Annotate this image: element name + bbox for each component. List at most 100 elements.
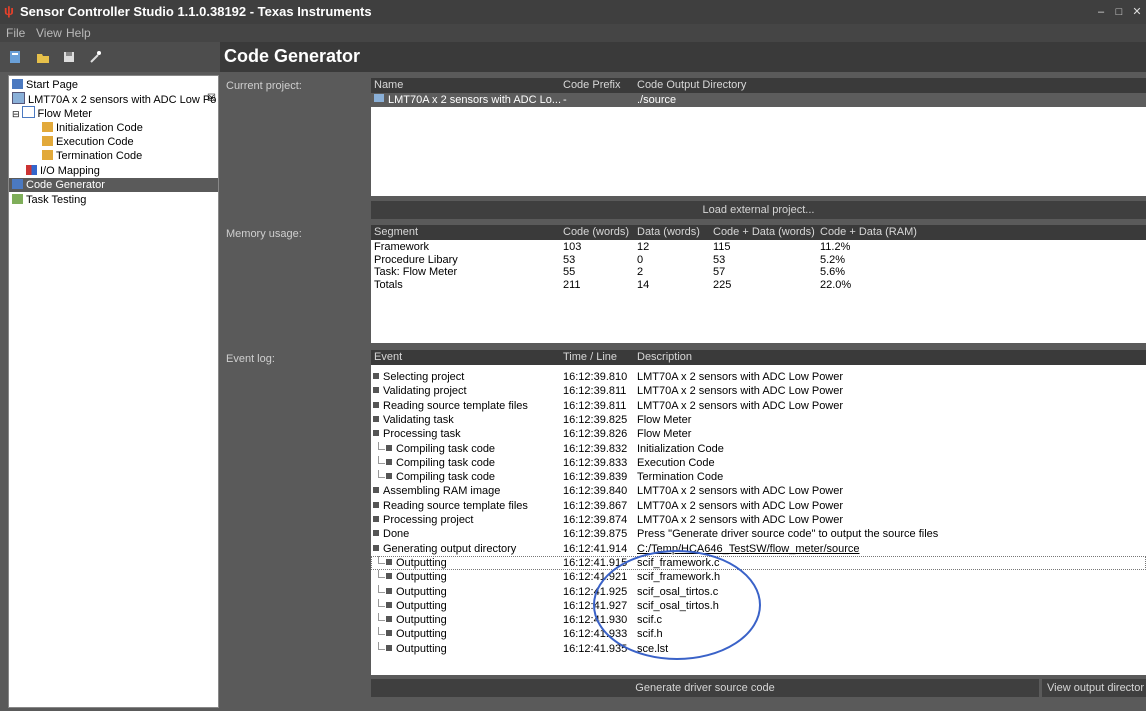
event-description: LMT70A x 2 sensors with ADC Low Power: [637, 371, 844, 383]
project-row[interactable]: LMT70A x 2 sensors with ADC Lo... - ./so…: [371, 93, 1146, 107]
menu-file[interactable]: File: [6, 26, 25, 40]
memory-cell: 225: [713, 278, 732, 291]
event-label: Validating project: [383, 385, 467, 398]
event-row[interactable]: Compiling task code 16:12:39.832 Initializ…: [371, 441, 1146, 456]
event-row[interactable]: Assembling RAM image 16:12:39.840 LMT70A x…: [371, 484, 1146, 498]
event-name: Assembling RAM image: [373, 484, 500, 498]
tree-item-execution-code[interactable]: Execution Code: [42, 135, 134, 149]
page-header: Code Generator: [220, 42, 1146, 72]
new-project-icon[interactable]: [8, 50, 22, 64]
code-icon: [42, 136, 53, 146]
current-project-label: Current project:: [226, 80, 302, 92]
column-header[interactable]: Event: [374, 351, 402, 363]
column-header[interactable]: Code (words): [563, 226, 629, 238]
tree-connector: [378, 470, 385, 479]
memory-cell: 22.0%: [820, 278, 852, 291]
event-label: Compiling task code: [396, 471, 496, 484]
project-row-icon: [374, 93, 385, 107]
view-output-directory-button[interactable]: View output director: [1042, 679, 1146, 697]
maximize-icon[interactable]: □: [1110, 5, 1128, 19]
bullet-icon: [373, 516, 379, 522]
event-label: Outputting: [396, 642, 447, 655]
tree-item-label: Start Page: [26, 79, 78, 91]
event-time: 16:12:39.825: [563, 413, 628, 426]
project-name: LMT70A x 2 sensors with ADC Lo...: [388, 94, 562, 106]
event-label: Outputting: [396, 556, 447, 569]
project-table: Name Code Prefix Code Output Directory L…: [371, 78, 1146, 196]
event-description: Execution Code: [637, 456, 715, 469]
generate-driver-source-button[interactable]: Generate driver source code: [371, 679, 1039, 697]
tree-item-start-page[interactable]: Start Page: [12, 78, 78, 92]
event-row[interactable]: Compiling task code 16:12:39.839 Terminati…: [371, 470, 1146, 484]
tree-item-task-testing[interactable]: Task Testing: [12, 193, 86, 207]
tree-item-label: LMT70A x 2 sensors with ADC Low Po: [28, 94, 217, 106]
tree-connector: [378, 627, 385, 636]
code-generator-icon: [12, 179, 23, 189]
save-icon[interactable]: [62, 50, 76, 64]
load-external-project-button[interactable]: Load external project...: [371, 201, 1146, 219]
event-log-header: Event Time / Line Description: [371, 350, 1146, 365]
bullet-icon: [386, 587, 392, 594]
menu-help[interactable]: Help: [66, 26, 91, 40]
event-time: 16:12:39.875: [563, 528, 628, 541]
collapse-icon[interactable]: ⊟: [12, 109, 20, 119]
event-row[interactable]: Selecting project 16:12:39.810 LMT70A x 2 …: [371, 370, 1146, 384]
column-header[interactable]: Code Prefix: [563, 79, 620, 91]
event-name: Outputting: [386, 556, 447, 570]
event-name: Outputting: [386, 613, 447, 627]
event-time: 16:12:39.811: [563, 385, 627, 398]
event-row[interactable]: Validating project 16:12:39.811 LMT70A x 2…: [371, 384, 1146, 398]
tree-item-flow-meter[interactable]: ⊟ Flow Meter: [12, 106, 92, 120]
tree-item-termination-code[interactable]: Termination Code: [42, 149, 142, 163]
tree-item-project[interactable]: LMT70A x 2 sensors with ADC Low Po ☒: [12, 92, 217, 106]
event-row[interactable]: Validating task 16:12:39.825 Flow Meter: [371, 413, 1146, 427]
memory-cell: 211: [563, 278, 581, 291]
event-label: Assembling RAM image: [383, 485, 501, 498]
open-folder-icon[interactable]: [36, 50, 50, 64]
column-header[interactable]: Segment: [374, 226, 418, 238]
event-name: Compiling task code: [386, 456, 495, 470]
event-description: Press "Generate driver source code" to o…: [637, 528, 939, 541]
event-label: Processing project: [383, 514, 474, 526]
task-testing-icon: [12, 194, 23, 204]
event-row[interactable]: Reading source template files 16:12:39.86…: [371, 499, 1146, 513]
wand-icon[interactable]: [88, 50, 102, 64]
event-name: Outputting: [386, 599, 447, 613]
column-header[interactable]: Name: [374, 79, 403, 91]
bullet-icon: [373, 373, 379, 379]
column-header[interactable]: Data (words): [637, 226, 700, 238]
event-name: Validating project: [373, 384, 467, 398]
menu-bar: File View Help: [0, 24, 1146, 42]
event-row[interactable]: Processing project 16:12:39.874 LMT70A x 2…: [371, 513, 1146, 527]
tree-item-initialization-code[interactable]: Initialization Code: [42, 121, 143, 135]
project-icon: [12, 92, 25, 104]
column-header[interactable]: Code Output Directory: [637, 79, 746, 91]
bullet-icon: [373, 415, 379, 422]
tree-item-label: Termination Code: [56, 150, 143, 162]
close-project-icon[interactable]: ☒: [207, 92, 216, 106]
event-label: Validating task: [383, 413, 454, 426]
bullet-icon: [373, 430, 379, 437]
event-description: Termination Code: [637, 471, 724, 484]
column-header[interactable]: Code + Data (RAM): [820, 226, 917, 238]
event-name: Validating task: [373, 413, 454, 427]
column-header[interactable]: Time / Line: [563, 351, 617, 363]
task-icon: [21, 106, 35, 118]
event-row[interactable]: Processing task 16:12:39.826 Flow Meter: [371, 427, 1146, 441]
close-icon[interactable]: ✕: [1128, 5, 1146, 19]
event-row[interactable]: Reading source template files 16:12:39.81…: [371, 399, 1146, 413]
event-description: Flow Meter: [637, 413, 692, 426]
column-header[interactable]: Description: [637, 351, 692, 363]
tree-item-label: Code Generator: [26, 179, 105, 191]
event-row[interactable]: Compiling task code 16:12:39.833 Execution…: [371, 455, 1146, 470]
io-mapping-icon: [26, 165, 37, 175]
event-label: Generating output directory: [383, 542, 517, 555]
event-description: Initialization Code: [637, 442, 724, 455]
minimize-icon[interactable]: –: [1092, 5, 1110, 19]
column-header[interactable]: Code + Data (words): [713, 226, 815, 238]
tree-item-io-mapping[interactable]: I/O Mapping: [26, 164, 100, 178]
tree-item-code-generator[interactable]: Code Generator: [9, 178, 218, 192]
menu-view[interactable]: View: [36, 26, 62, 40]
event-row[interactable]: Done 16:12:39.875 Press "Generate driver s…: [371, 527, 1146, 541]
event-name: Selecting project: [373, 370, 464, 384]
